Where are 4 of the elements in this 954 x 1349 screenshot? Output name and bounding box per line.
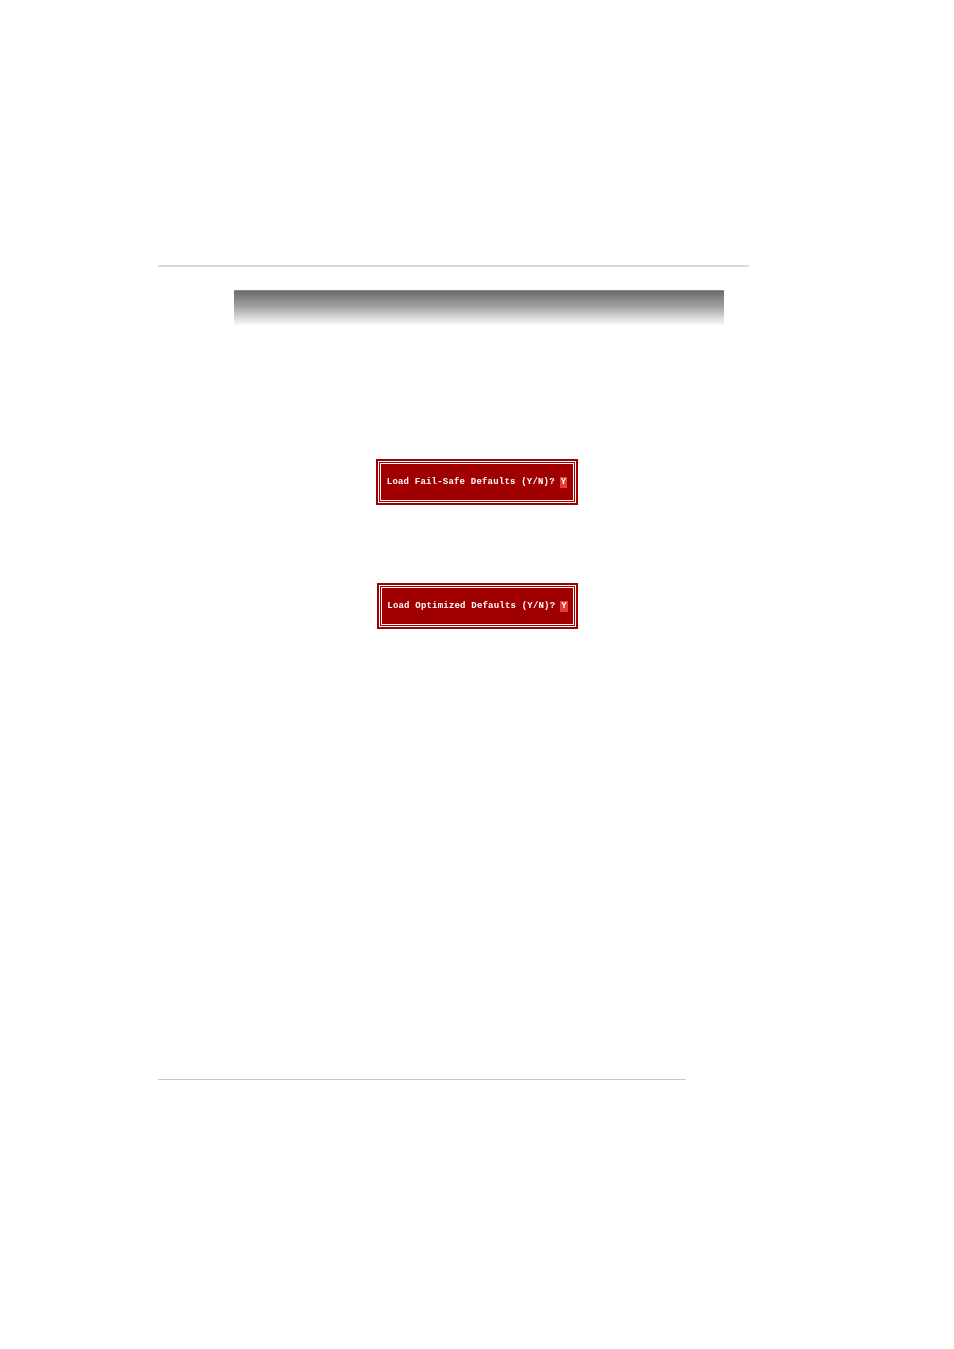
prompt-text: Load Optimized Defaults (Y/N)? — [387, 601, 556, 611]
answer-field[interactable]: Y — [560, 600, 568, 612]
answer-field[interactable]: Y — [559, 476, 568, 488]
prompt-text: Load Fail-Safe Defaults (Y/N)? — [386, 477, 555, 487]
